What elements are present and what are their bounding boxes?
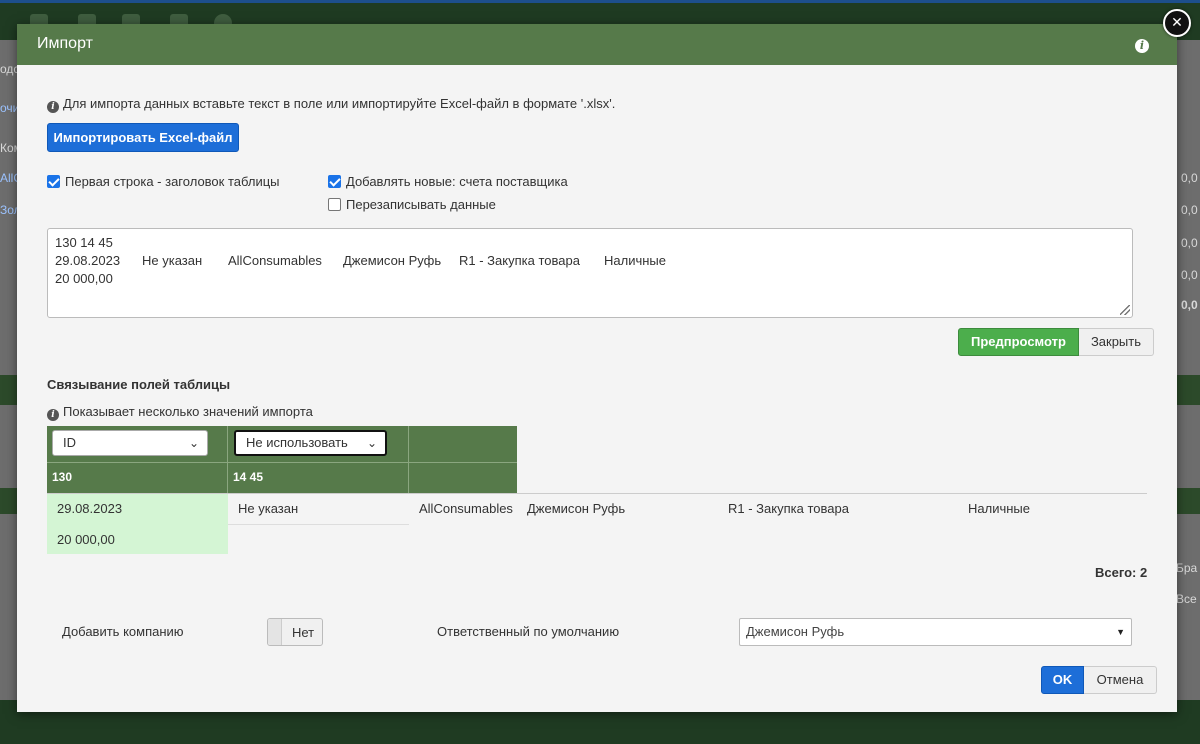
responsible-label: Ответственный по умолчанию <box>437 624 620 639</box>
textarea-cell: R1 - Закупка товара <box>459 253 580 268</box>
background-text: 0,0 <box>1181 268 1198 282</box>
textarea-cell: Джемисон Руфь <box>343 253 442 268</box>
preview-button-group: Предпросмотр Закрыть <box>958 328 1155 356</box>
dialog-header: Импорт i <box>17 24 1177 65</box>
textarea-cell: Наличные <box>604 253 666 268</box>
responsible-select-value: Джемисон Руфь <box>746 624 845 639</box>
responsible-select[interactable]: Джемисон Руфь ▼ <box>739 618 1132 646</box>
mapping-hint-text: Показывает несколько значений импорта <box>63 404 313 419</box>
column-divider <box>227 426 228 493</box>
background-text: 0,0 <box>1181 203 1198 217</box>
import-info-text: Для импорта данных вставьте текст в поле… <box>63 96 616 111</box>
ok-button[interactable]: OK <box>1041 666 1084 694</box>
info-icon[interactable]: i <box>1135 39 1149 53</box>
checkbox-checked[interactable] <box>47 175 60 188</box>
textarea-cell: AllConsumables <box>228 253 322 268</box>
add-new-checkbox-label: Добавлять новые: счета поставщика <box>346 174 568 189</box>
row-divider <box>47 462 517 463</box>
toggle-label: Нет <box>292 625 315 640</box>
field-select-value: ID <box>63 435 76 450</box>
info-icon: i <box>47 101 59 113</box>
checkbox-unchecked[interactable] <box>328 198 341 211</box>
textarea-cell: 29.08.2023 <box>55 253 121 268</box>
add-company-toggle[interactable]: Нет <box>267 618 323 646</box>
import-dialog: Импорт i i Для импорта данных вставьте те… <box>17 24 1177 712</box>
import-excel-button[interactable]: Импортировать Excel-файл <box>47 123 239 152</box>
textarea-cell: Не указан <box>142 253 203 268</box>
preview-cell: 29.08.2023 <box>57 501 123 516</box>
preview-cell: Джемисон Руфь <box>527 501 626 516</box>
overwrite-checkbox[interactable]: Перезаписывать данные <box>328 197 496 212</box>
background-text: 0,0 <box>1181 298 1198 312</box>
chevron-down-icon: ⌄ <box>366 436 377 450</box>
background-text: Все <box>1176 592 1197 606</box>
row-divider <box>228 524 409 525</box>
field-select-id[interactable]: ID ⌄ <box>52 430 208 456</box>
preview-button[interactable]: Предпросмотр <box>958 328 1079 356</box>
background-accent-bar <box>0 0 1200 3</box>
total-count: Всего: 2 <box>1095 565 1148 580</box>
mapping-hint: i Показывает несколько значений импорта <box>47 404 313 421</box>
preview-cell: AllConsumables <box>419 501 513 516</box>
checkbox-checked[interactable] <box>328 175 341 188</box>
mapping-title: Связывание полей таблицы <box>47 377 231 392</box>
chevron-down-icon: ⌄ <box>188 436 199 450</box>
overwrite-checkbox-label: Перезаписывать данные <box>346 197 496 212</box>
textarea-line: 130 14 45 <box>55 234 1125 252</box>
background-text: Бра <box>1176 561 1198 575</box>
close-preview-button[interactable]: Закрыть <box>1078 328 1155 356</box>
caret-down-icon: ▼ <box>1116 627 1125 637</box>
textarea-cell: 20 000,00 <box>55 271 113 286</box>
textarea-line: 20 000,00 <box>55 270 1125 288</box>
field-select-value: Не использовать <box>246 435 348 450</box>
field-select-unused[interactable]: Не использовать ⌄ <box>234 430 387 456</box>
preview-cell: R1 - Закупка товара <box>728 501 849 516</box>
preview-cell: Не указан <box>238 501 299 516</box>
import-info-line: i Для импорта данных вставьте текст в пол… <box>47 96 615 113</box>
header-row-checkbox-label: Первая строка - заголовок таблицы <box>65 174 280 189</box>
dialog-title: Импорт <box>37 35 93 52</box>
cancel-button[interactable]: Отмена <box>1084 666 1157 694</box>
preview-cell: 20 000,00 <box>57 532 115 547</box>
toggle-knob <box>268 619 282 645</box>
column-header-value: 14 45 <box>233 470 264 484</box>
textarea-line: 29.08.2023 Не указан AllConsumables Джемисо… <box>55 252 1125 270</box>
textarea-cell: 130 14 45 <box>55 235 113 250</box>
close-icon[interactable]: ✕ <box>1163 9 1191 37</box>
add-company-label: Добавить компанию <box>62 624 184 639</box>
import-textarea[interactable]: 130 14 45 29.08.2023 Не указан AllConsumab… <box>47 228 1133 318</box>
resize-handle[interactable] <box>1120 305 1130 315</box>
add-new-checkbox[interactable]: Добавлять новые: счета поставщика <box>328 174 568 189</box>
dialog-actions: OK Отмена <box>1041 666 1157 694</box>
preview-cell: Наличные <box>968 501 1030 516</box>
header-row-checkbox[interactable]: Первая строка - заголовок таблицы <box>47 174 280 189</box>
column-header-value: 130 <box>52 470 73 484</box>
background-text: 0,0 <box>1181 236 1198 250</box>
info-icon: i <box>47 409 59 421</box>
background-text: 0,0 <box>1181 171 1198 185</box>
column-divider <box>408 426 409 493</box>
